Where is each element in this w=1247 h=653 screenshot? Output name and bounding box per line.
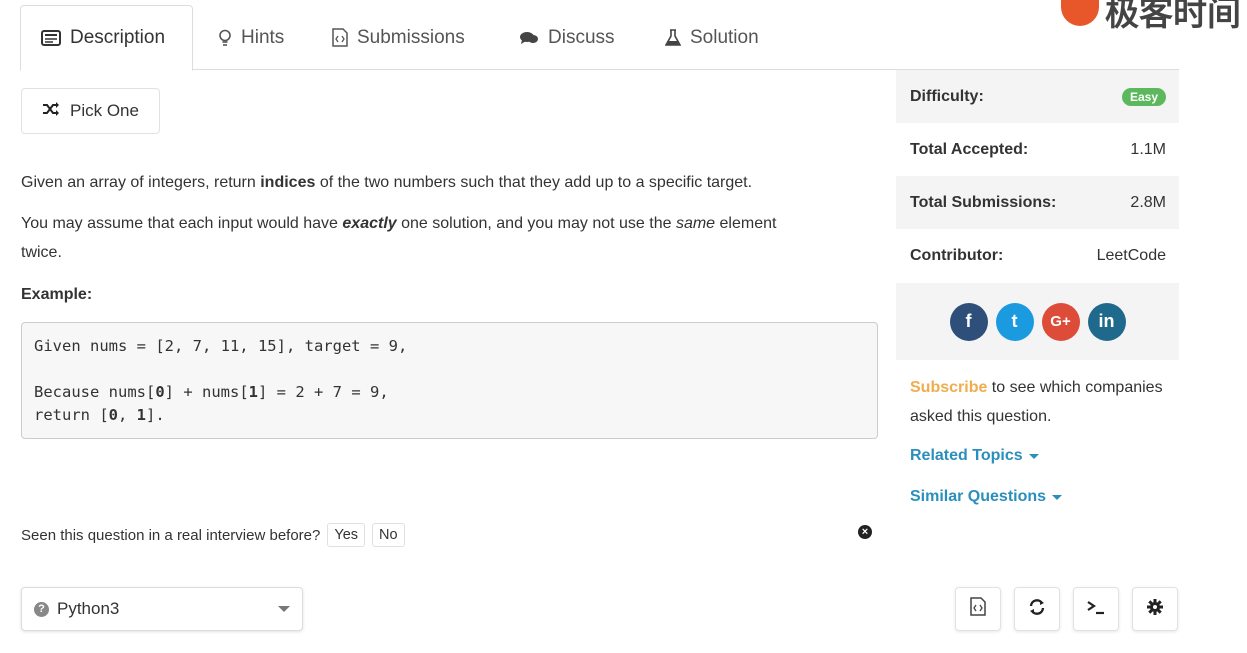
help-icon: ? xyxy=(34,601,49,617)
code-text: , xyxy=(118,406,137,424)
accepted-row: Total Accepted: 1.1M xyxy=(896,123,1179,176)
google-plus-icon[interactable]: G+ xyxy=(1041,302,1080,341)
contributor-label: Contributor: xyxy=(910,246,1004,264)
problem-paragraph-1: Given an array of integers, return indic… xyxy=(21,168,752,197)
related-topics-toggle[interactable]: Related Topics xyxy=(910,447,1039,465)
problem-paragraph-2: You may assume that each input would hav… xyxy=(21,209,861,267)
interview-yes-button[interactable]: Yes xyxy=(327,523,366,547)
chevron-down-icon xyxy=(278,606,290,612)
code-text: Because nums[ xyxy=(34,383,156,401)
code-bold: 1 xyxy=(136,406,147,424)
code-bold: 0 xyxy=(155,383,165,401)
console-button[interactable] xyxy=(1073,587,1119,631)
tab-label: Solution xyxy=(690,26,759,48)
tab-label: Description xyxy=(70,27,166,48)
text: of the two numbers such that they add up… xyxy=(315,174,753,191)
caret-down-icon xyxy=(1052,494,1063,500)
gear-icon xyxy=(1146,598,1164,621)
settings-button[interactable] xyxy=(1132,587,1178,631)
linkedin-icon[interactable]: in xyxy=(1087,302,1126,341)
text: one solution, and you may not use the xyxy=(396,215,676,232)
code-file-button[interactable] xyxy=(955,587,1001,631)
text: You may assume that each input would hav… xyxy=(21,215,343,232)
twitter-icon[interactable]: t xyxy=(995,302,1034,341)
tab-hints[interactable]: Hints xyxy=(198,5,304,70)
code-text: ] = 2 + 7 = 9, xyxy=(258,383,389,401)
chat-bubbles-icon xyxy=(519,30,539,46)
contributor-value: LeetCode xyxy=(1096,246,1166,264)
difficulty-badge: Easy xyxy=(1121,87,1166,106)
problem-page: 极客时间 Description Hints Submissions Discu… xyxy=(0,0,1247,653)
code-file-icon xyxy=(970,597,986,621)
subscribe-link[interactable]: Subscribe xyxy=(910,379,987,396)
emphasis-text: exactly xyxy=(342,215,397,232)
pick-one-label: Pick One xyxy=(70,101,139,120)
language-value: Python3 xyxy=(57,599,120,618)
refresh-icon xyxy=(1028,598,1046,621)
code-line: return [0, 1]. xyxy=(34,404,865,427)
reset-code-button[interactable] xyxy=(1014,587,1060,631)
tab-discuss[interactable]: Discuss xyxy=(499,5,635,70)
italic-text: same xyxy=(675,215,716,232)
close-icon[interactable]: × xyxy=(858,525,872,539)
accepted-value: 1.1M xyxy=(1130,140,1166,158)
submissions-row: Total Submissions: 2.8M xyxy=(896,176,1179,229)
code-text: ] + nums[ xyxy=(164,383,249,401)
code-bold: 0 xyxy=(108,406,118,424)
tab-label: Hints xyxy=(241,26,285,48)
contributor-row: Contributor: LeetCode xyxy=(896,229,1179,282)
related-topics-label: Related Topics xyxy=(910,447,1023,464)
tab-label: Submissions xyxy=(357,26,465,48)
tab-label: Discuss xyxy=(548,26,615,48)
interview-no-button[interactable]: No xyxy=(372,523,405,547)
tab-solution[interactable]: Solution xyxy=(645,5,779,70)
interview-question: Seen this question in a real interview b… xyxy=(21,526,321,544)
example-code-block: Given nums = [2, 7, 11, 15], target = 9,… xyxy=(21,322,878,439)
difficulty-row: Difficulty: Easy xyxy=(896,70,1179,123)
terminal-icon xyxy=(1086,599,1106,620)
subscribe-note: Subscribe to see which companies asked t… xyxy=(910,373,1170,431)
similar-questions-toggle[interactable]: Similar Questions xyxy=(910,488,1063,506)
caret-down-icon xyxy=(1028,453,1039,459)
social-share-bar: f t G+ in xyxy=(896,283,1179,360)
code-text: ]. xyxy=(146,406,165,424)
shuffle-icon xyxy=(42,101,60,121)
difficulty-label: Difficulty: xyxy=(910,87,984,105)
accepted-label: Total Accepted: xyxy=(910,140,1029,158)
text: twice. xyxy=(21,244,62,261)
submissions-value: 2.8M xyxy=(1130,193,1166,211)
description-icon xyxy=(41,30,61,46)
text: Given an array of integers, return xyxy=(21,174,261,191)
code-file-icon xyxy=(332,28,348,47)
tab-submissions[interactable]: Submissions xyxy=(312,5,485,70)
code-line: Given nums = [2, 7, 11, 15], target = 9, xyxy=(34,337,408,355)
text: element xyxy=(715,215,777,232)
problem-tabs: Description Hints Submissions Discuss So… xyxy=(20,5,1179,71)
similar-questions-label: Similar Questions xyxy=(910,488,1047,505)
code-text: return [ xyxy=(34,406,109,424)
facebook-icon[interactable]: f xyxy=(949,302,988,341)
interview-prompt: Seen this question in a real interview b… xyxy=(21,521,405,549)
code-bold: 1 xyxy=(248,383,259,401)
lightbulb-icon xyxy=(218,29,232,47)
language-select[interactable]: ? Python3 xyxy=(21,587,303,631)
pick-one-button[interactable]: Pick One xyxy=(21,88,160,134)
tab-description[interactable]: Description xyxy=(20,5,193,71)
code-line: Because nums[0] + nums[1] = 2 + 7 = 9, xyxy=(34,381,865,404)
submissions-label: Total Submissions: xyxy=(910,193,1057,211)
flask-icon xyxy=(665,28,681,47)
bold-text: indices xyxy=(260,174,316,191)
example-heading: Example: xyxy=(21,286,93,303)
